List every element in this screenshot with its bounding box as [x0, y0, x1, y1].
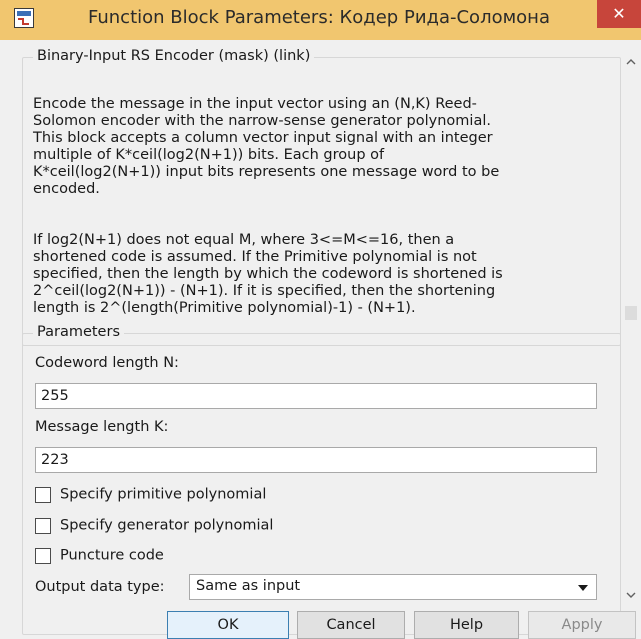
window-title: Function Block Parameters: Кодер Рида-Со… [88, 7, 550, 28]
mask-title: Binary-Input RS Encoder (mask) (link) [33, 48, 315, 64]
primitive-polynomial-checkbox[interactable] [35, 486, 51, 503]
mask-description-group: Binary-Input RS Encoder (mask) (link) En… [22, 48, 621, 346]
mask-description: Encode the message in the input vector u… [33, 79, 603, 351]
dialog-body: Binary-Input RS Encoder (mask) (link) En… [10, 40, 621, 639]
scroll-up-arrow-icon[interactable] [626, 57, 636, 67]
generator-polynomial-option[interactable]: Specify generator polynomial [35, 515, 273, 535]
chevron-down-icon [578, 585, 588, 591]
output-data-type-label: Output data type: [35, 579, 165, 595]
output-data-type-select[interactable]: Same as input [189, 574, 597, 600]
cancel-button[interactable]: Cancel [297, 611, 405, 639]
scroll-down-arrow-icon[interactable] [626, 590, 636, 600]
title-bar: Function Block Parameters: Кодер Рида-Со… [0, 0, 641, 40]
description-paragraph: Encode the message in the input vector u… [33, 96, 500, 197]
ok-button[interactable]: OK [167, 611, 289, 639]
codeword-length-input[interactable]: 255 [35, 383, 597, 409]
checkbox-label: Specify primitive polynomial [60, 486, 267, 503]
checkbox-label: Specify generator polynomial [60, 517, 274, 534]
puncture-code-checkbox[interactable] [35, 547, 51, 564]
close-button[interactable]: ✕ [597, 0, 641, 28]
output-data-type-value: Same as input [196, 578, 301, 594]
parameters-group: Parameters Codeword length N: 255 Messag… [22, 324, 621, 635]
message-length-label: Message length K: [35, 419, 169, 435]
codeword-length-label: Codeword length N: [35, 355, 179, 371]
vertical-scrollbar[interactable] [621, 40, 641, 610]
generator-polynomial-checkbox[interactable] [35, 517, 51, 534]
dialog-window: Function Block Parameters: Кодер Рида-Со… [0, 0, 641, 639]
scrollbar-thumb[interactable] [625, 306, 637, 320]
checkbox-label: Puncture code [60, 547, 164, 564]
parameters-legend: Parameters [33, 324, 124, 340]
message-length-input[interactable]: 223 [35, 447, 597, 473]
primitive-polynomial-option[interactable]: Specify primitive polynomial [35, 484, 266, 504]
apply-button[interactable]: Apply [528, 611, 636, 639]
simulink-block-icon [14, 8, 34, 28]
help-button[interactable]: Help [414, 611, 519, 639]
puncture-code-option[interactable]: Puncture code [35, 545, 164, 565]
description-paragraph: If log2(N+1) does not equal M, where 3<=… [33, 232, 503, 316]
